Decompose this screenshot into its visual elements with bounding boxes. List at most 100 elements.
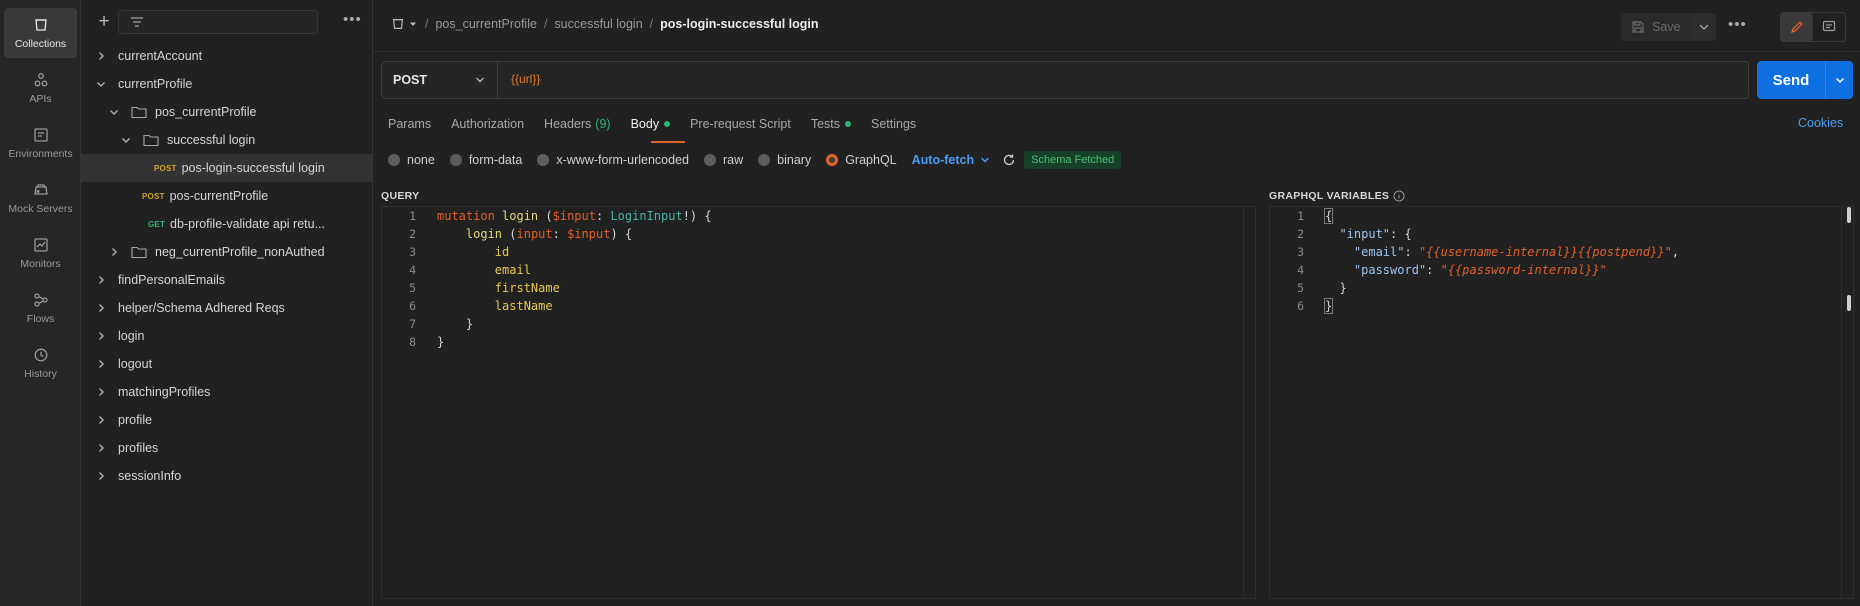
chevron-right-icon [112,248,117,256]
tab-authorization[interactable]: Authorization [451,114,524,134]
filter-icon [131,17,143,27]
rail-flows[interactable]: Flows [4,283,77,333]
schema-status-badge: Schema Fetched [1024,151,1122,169]
line-number: 8 [409,335,416,349]
modified-dot-icon [845,121,851,127]
tab-params[interactable]: Params [388,114,431,134]
environments-icon [33,127,48,142]
tree-item-sessionInfo[interactable]: sessionInfo [81,462,373,490]
tree-item-logout[interactable]: logout [81,350,373,378]
line-number: 5 [409,281,416,295]
pencil-icon [1790,21,1803,34]
tree-item-login[interactable]: login [81,322,373,350]
line-number: 6 [1297,299,1304,313]
chevron-down-icon[interactable] [980,155,990,165]
tree-item-pos_currentProfile[interactable]: pos_currentProfile [81,98,373,126]
rail-environments[interactable]: Environments [4,118,77,168]
query-scrollbar[interactable] [1243,207,1255,598]
send-options-button[interactable] [1825,61,1853,99]
line-number: 3 [409,245,416,259]
folder-icon [131,246,147,259]
request-tabs: Params Authorization Headers (9) Body Pre… [388,114,936,134]
auto-fetch-toggle[interactable]: Auto-fetch [912,153,975,167]
chevron-right-icon [99,388,104,396]
new-collection-button[interactable]: + [94,12,114,32]
query-code[interactable]: mutation login ($input: LoginInput!) { l… [437,207,712,351]
body-type-form-data[interactable]: form-data [449,153,522,167]
chevron-right-icon [99,52,104,60]
refresh-icon[interactable] [1002,153,1016,167]
tree-item-neg_currentProfile_nonAuthed[interactable]: neg_currentProfile_nonAuthed [81,238,373,266]
rail-monitors[interactable]: Monitors [4,228,77,278]
active-tab-indicator [651,141,685,143]
save-options-button[interactable] [1692,13,1716,41]
collection-icon[interactable] [391,17,405,31]
view-mode-toggle [1780,12,1846,42]
variables-editor[interactable]: 1 2 3 4 5 6 { "input": { "email": "{{username… [1269,206,1854,599]
tree-item-currentProfile[interactable]: currentProfile [81,70,373,98]
tab-prerequest-script[interactable]: Pre-request Script [690,114,791,134]
body-type-raw[interactable]: raw [704,153,743,167]
line-number: 2 [409,227,416,241]
tree-item-profile[interactable]: profile [81,406,373,434]
body-type-urlencoded[interactable]: x-www-form-urlencoded [537,153,689,167]
cookies-link[interactable]: Cookies [1798,116,1843,130]
chevron-right-icon [99,416,104,424]
url-input[interactable] [511,72,1711,86]
rail-mock-servers[interactable]: Mock Servers [4,173,77,223]
tree-item-findPersonalEmails[interactable]: findPersonalEmails [81,266,373,294]
request-title[interactable]: pos-login-successful login [660,17,818,31]
tree-request-db-profile-validate[interactable]: GET db-profile-validate api retu... [81,210,373,238]
chevron-down-icon [1699,24,1709,30]
rail-history[interactable]: History [4,338,77,388]
comment-icon [1822,20,1836,32]
collection-search-input[interactable] [118,10,318,34]
tab-body[interactable]: Body [631,114,671,134]
query-editor[interactable]: 1 2 3 4 5 6 7 8 mutation login ($input: LoginIn… [381,206,1256,599]
folder-icon [131,106,147,119]
history-icon [34,348,47,361]
sidebar-toolbar: + ••• [81,8,373,38]
save-button[interactable]: Save [1621,13,1701,41]
tree-item-successful-login[interactable]: successful login [81,126,373,154]
line-number: 6 [409,299,416,313]
sidebar-more-button[interactable]: ••• [343,11,362,28]
line-number: 4 [409,263,416,277]
edit-mode-button[interactable] [1781,13,1813,41]
tree-item-profiles[interactable]: profiles [81,434,373,462]
request-workspace: / pos_currentProfile / successful login … [373,0,1860,606]
rail-apis[interactable]: APIs [4,63,77,113]
breadcrumb-item[interactable]: pos_currentProfile [435,17,536,31]
flows-icon [33,292,48,307]
breadcrumb-item[interactable]: successful login [554,17,642,31]
docs-mode-button[interactable] [1813,13,1845,41]
body-type-none[interactable]: none [388,153,435,167]
body-type-binary[interactable]: binary [758,153,811,167]
chevron-down-icon [110,110,118,115]
chevron-right-icon [99,360,104,368]
method-select[interactable]: POST [382,62,498,98]
rail-collections[interactable]: Collections [4,8,77,58]
tree-item-currentAccount[interactable]: currentAccount [81,42,373,70]
headers-count: (9) [595,117,611,131]
save-icon [1632,21,1644,33]
chevron-down-icon[interactable] [408,19,418,29]
info-icon[interactable] [1393,190,1405,202]
tree-request-pos-login-successful-login[interactable]: POST pos-login-successful login [81,154,373,182]
send-button[interactable]: Send [1757,61,1825,99]
more-options-button[interactable]: ••• [1728,16,1747,33]
line-numbers: 1 2 3 4 5 6 [1270,207,1310,315]
method-badge: POST [142,191,165,201]
line-numbers: 1 2 3 4 5 6 7 8 [382,207,422,351]
tab-headers[interactable]: Headers (9) [544,114,611,134]
variables-scrollbar[interactable] [1841,207,1853,598]
line-number: 3 [1297,245,1304,259]
tree-request-pos-currentProfile[interactable]: POST pos-currentProfile [81,182,373,210]
tab-settings[interactable]: Settings [871,114,916,134]
line-number: 5 [1297,281,1304,295]
body-type-graphql[interactable]: GraphQL [826,153,897,167]
tab-tests[interactable]: Tests [811,114,851,134]
tree-item-helper-schema[interactable]: helper/Schema Adhered Reqs [81,294,373,322]
tree-item-matchingProfiles[interactable]: matchingProfiles [81,378,373,406]
variables-code[interactable]: { "input": { "email": "{{username-intern… [1323,207,1679,315]
